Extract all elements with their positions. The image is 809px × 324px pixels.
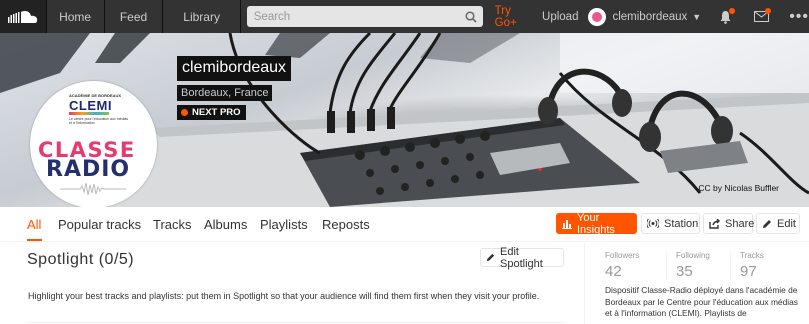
station-label: Station bbox=[664, 217, 699, 230]
nav-feed[interactable]: Feed bbox=[105, 0, 164, 33]
profile-bio: Dispositif Classe-Radio déployé dans l'a… bbox=[605, 285, 798, 318]
avatar-clemi-text: CLEMI bbox=[69, 98, 112, 113]
following-stat[interactable]: Following 35 bbox=[676, 251, 710, 280]
following-label: Following bbox=[676, 251, 710, 260]
insights-chart-icon bbox=[562, 219, 572, 229]
username-label: clemibordeaux bbox=[612, 10, 688, 23]
nav-library[interactable]: Library bbox=[163, 0, 241, 33]
tracks-stat[interactable]: Tracks 97 bbox=[740, 251, 764, 280]
messages-envelope-icon[interactable] bbox=[753, 7, 772, 25]
spotlight-title: Spotlight (0/5) bbox=[27, 251, 135, 268]
tab-all[interactable]: All bbox=[27, 217, 41, 232]
avatar-color-bar bbox=[69, 112, 109, 115]
top-navigation: Home Feed Library Try Go+ Upload clemibo… bbox=[0, 0, 809, 33]
pro-badge-icon bbox=[181, 109, 188, 116]
insights-label: Your Insights bbox=[577, 211, 615, 236]
station-broadcast-icon bbox=[647, 219, 659, 228]
tab-reposts[interactable]: Reposts bbox=[322, 217, 370, 232]
pro-badge-label: NEXT PRO bbox=[192, 107, 241, 118]
notifications-bell-icon[interactable] bbox=[717, 7, 736, 25]
station-button[interactable]: Station bbox=[641, 213, 700, 234]
profile-header-banner: ACADÉMIE DE BORDEAUX CLEMI Le centre pou… bbox=[0, 33, 809, 207]
edit-spotlight-button[interactable]: Edit Spotlight bbox=[480, 245, 564, 270]
your-insights-button[interactable]: Your Insights bbox=[556, 211, 637, 236]
profile-tabs: All Popular tracks Tracks Albums Playlis… bbox=[0, 207, 809, 242]
share-label: Share bbox=[725, 217, 755, 230]
stat-separator bbox=[666, 251, 667, 278]
user-avatar bbox=[588, 7, 607, 26]
active-tab-indicator bbox=[27, 239, 42, 241]
chevron-down-icon: ▼ bbox=[692, 11, 702, 22]
edit-spotlight-label: Edit Spotlight bbox=[500, 245, 543, 270]
nav-home[interactable]: Home bbox=[45, 0, 105, 33]
content-divider bbox=[28, 322, 564, 323]
avatar-radio-text: RADIO bbox=[46, 157, 131, 182]
avatar-subline-text: Le centre pour l'éducation aux médias et… bbox=[69, 117, 129, 125]
spotlight-description: Highlight your best tracks and playlists… bbox=[28, 291, 540, 301]
sidebar-divider bbox=[584, 243, 585, 324]
search-box bbox=[246, 6, 483, 27]
tab-tracks[interactable]: Tracks bbox=[153, 217, 192, 232]
pencil-icon bbox=[762, 219, 772, 229]
stat-separator bbox=[730, 251, 731, 278]
edit-label: Edit bbox=[777, 217, 796, 230]
tab-albums[interactable]: Albums bbox=[204, 217, 247, 232]
following-count: 35 bbox=[676, 263, 693, 280]
search-icon[interactable] bbox=[463, 9, 479, 24]
share-icon bbox=[709, 218, 720, 229]
followers-stat[interactable]: Followers 42 bbox=[605, 251, 639, 280]
more-menu-icon[interactable]: ••• bbox=[789, 8, 809, 26]
profile-name: clemibordeaux bbox=[177, 56, 292, 81]
profile-location: Bordeaux, France bbox=[177, 85, 273, 101]
header-photo-credit: CC by Nicolas Buffler bbox=[698, 183, 779, 193]
soundcloud-logo-icon[interactable] bbox=[0, 0, 46, 33]
share-button[interactable]: Share bbox=[703, 213, 755, 234]
followers-count: 42 bbox=[605, 263, 622, 280]
tab-playlists[interactable]: Playlists bbox=[260, 217, 308, 232]
sound-wave-icon bbox=[60, 182, 126, 196]
search-input[interactable] bbox=[246, 6, 483, 27]
tracks-label: Tracks bbox=[740, 251, 764, 260]
header-icons: ••• bbox=[717, 0, 809, 33]
edit-profile-button[interactable]: Edit bbox=[756, 213, 800, 234]
upload-link[interactable]: Upload bbox=[542, 0, 578, 33]
tab-popular-tracks[interactable]: Popular tracks bbox=[58, 217, 141, 232]
pencil-icon bbox=[486, 253, 495, 262]
tracks-count: 97 bbox=[740, 263, 757, 280]
followers-label: Followers bbox=[605, 251, 640, 260]
profile-avatar: ACADÉMIE DE BORDEAUX CLEMI Le centre pou… bbox=[30, 81, 157, 207]
user-menu[interactable]: clemibordeaux ▼ bbox=[588, 0, 701, 33]
next-pro-badge: NEXT PRO bbox=[177, 105, 246, 120]
try-go-plus-link[interactable]: Try Go+ bbox=[495, 0, 531, 33]
